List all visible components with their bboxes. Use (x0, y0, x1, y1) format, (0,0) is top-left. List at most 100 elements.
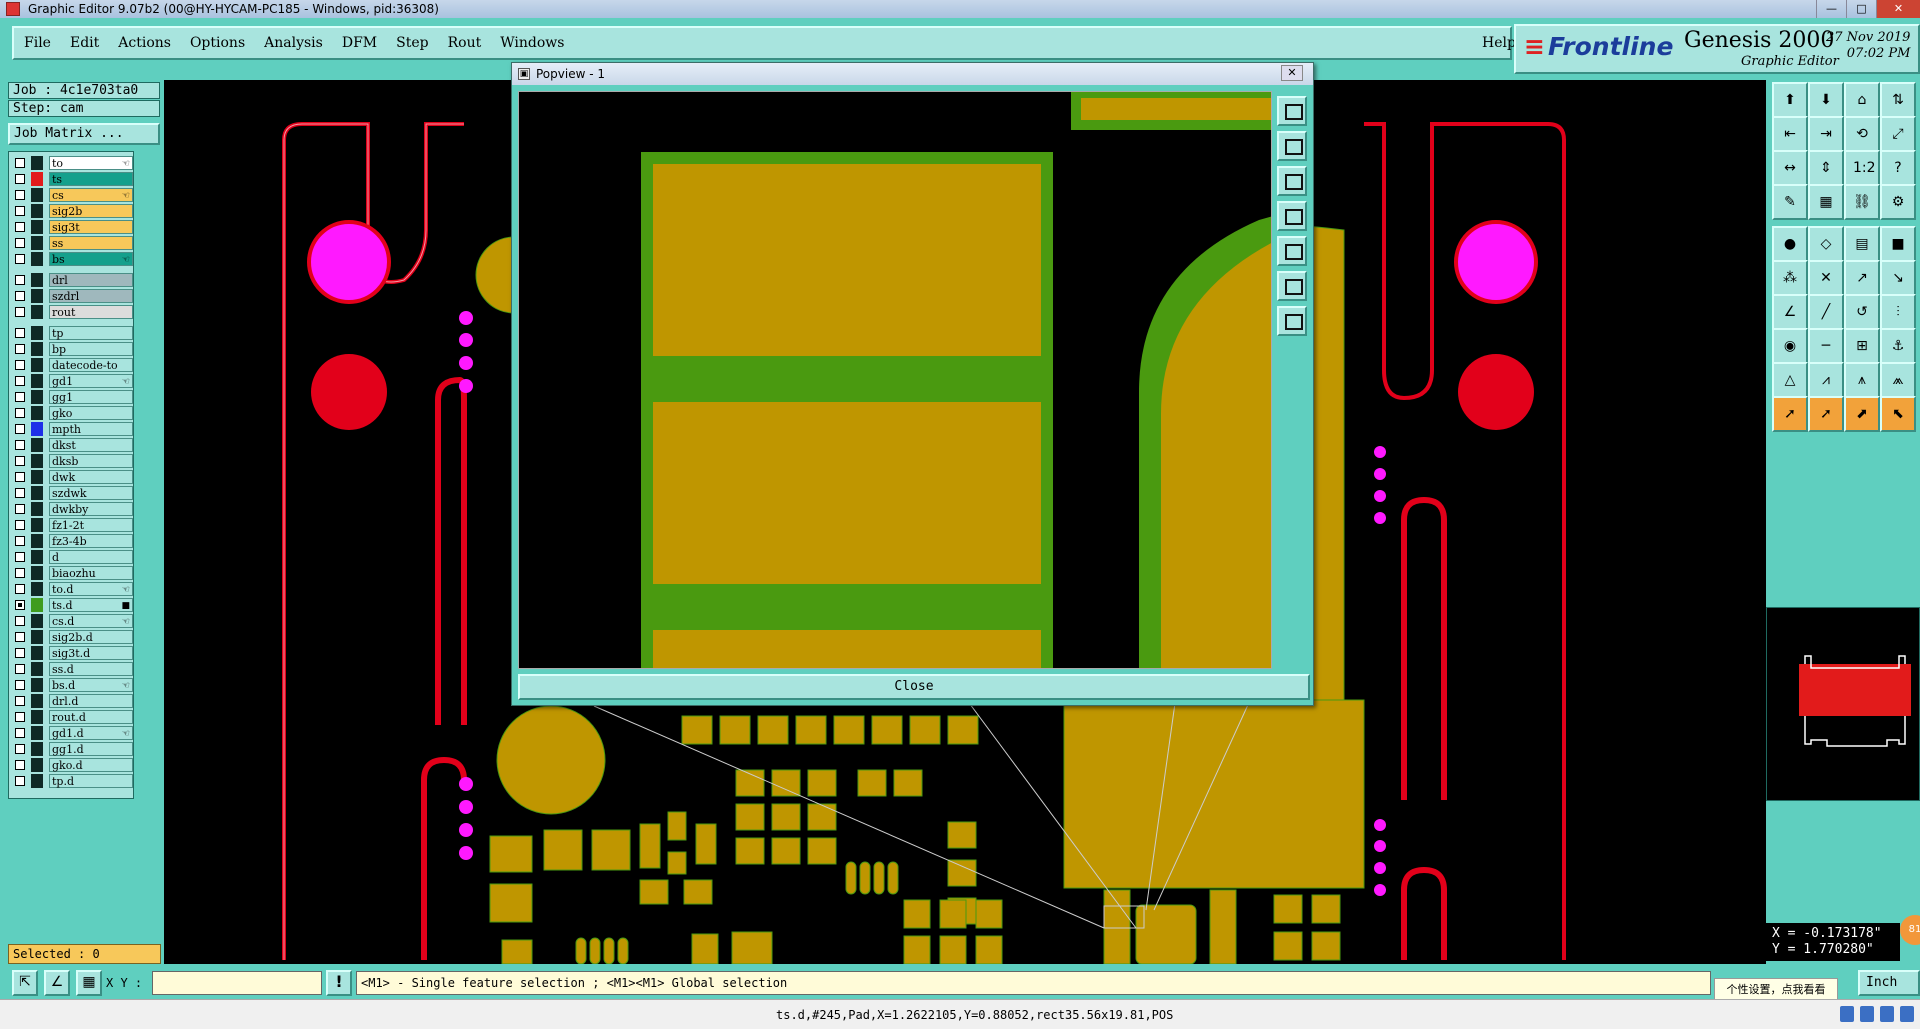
layer-checkbox[interactable] (15, 328, 25, 338)
popview-tool-3[interactable] (1277, 166, 1307, 196)
layer-checkbox[interactable] (15, 520, 25, 530)
layer-row[interactable]: ss.d (11, 661, 133, 677)
layer-row[interactable]: to.d ☜ (11, 581, 133, 597)
layer-name[interactable]: to ☜ (49, 156, 133, 170)
layer-row[interactable]: tp.d (11, 773, 133, 789)
layer-checkbox[interactable] (15, 307, 25, 317)
layer-row[interactable]: rout (11, 304, 133, 320)
layer-name[interactable]: gg1.d (49, 742, 133, 756)
delete-tool-icon[interactable]: ✕ (1808, 260, 1844, 296)
layer-color-swatch[interactable] (31, 220, 43, 234)
angle-tool-icon[interactable]: ∠ (1772, 294, 1808, 330)
layer-color-swatch[interactable] (31, 273, 43, 287)
layer-color-swatch[interactable] (31, 204, 43, 218)
layer-name[interactable]: gd1.d ☜ (49, 726, 133, 740)
split-tool-icon[interactable]: ⫶ (1880, 294, 1916, 330)
layer-row[interactable]: rout.d (11, 709, 133, 725)
popview-tool-4[interactable] (1277, 201, 1307, 231)
layer-name[interactable]: gko.d (49, 758, 133, 772)
layer-name[interactable]: tp.d (49, 774, 133, 788)
popview-canvas[interactable] (518, 91, 1272, 669)
pan-tool-icon[interactable]: ⬇ (1808, 82, 1844, 118)
layer-checkbox[interactable] (15, 664, 25, 674)
layer-color-swatch[interactable] (31, 342, 43, 356)
layer-row[interactable]: cs ☜ (11, 187, 133, 203)
layer-row[interactable]: mpth (11, 421, 133, 437)
layer-checkbox[interactable] (15, 504, 25, 514)
menu-help[interactable]: Help (1482, 35, 1516, 51)
layer-checkbox[interactable] (15, 600, 25, 610)
layer-row[interactable]: biaozhu (11, 565, 133, 581)
measure-tool-icon[interactable]: ∠ (44, 970, 70, 996)
layer-name[interactable]: tp (49, 326, 133, 340)
layer-checkbox[interactable] (15, 536, 25, 546)
layer-name[interactable]: ss.d (49, 662, 133, 676)
add-square-tool-icon[interactable]: ■ (1880, 226, 1916, 262)
minimap[interactable] (1766, 607, 1920, 801)
add-pad-tool-icon[interactable]: ● (1772, 226, 1808, 262)
layer-color-swatch[interactable] (31, 502, 43, 516)
arc-tool-icon[interactable]: ⩘ (1808, 362, 1844, 398)
layer-color-swatch[interactable] (31, 326, 43, 340)
ring-tool-icon[interactable]: ◉ (1772, 328, 1808, 364)
layer-color-swatch[interactable] (31, 694, 43, 708)
layer-row[interactable]: dksb (11, 453, 133, 469)
layer-checkbox[interactable] (15, 408, 25, 418)
layer-row[interactable]: gd1 ☜ (11, 373, 133, 389)
window-close-button[interactable]: ✕ (1876, 0, 1920, 18)
layer-name[interactable]: fz3-4b (49, 534, 133, 548)
layer-name[interactable]: bs ☜ (49, 252, 133, 266)
units-button[interactable]: Inch (1858, 970, 1920, 996)
layer-row[interactable]: drl (11, 272, 133, 288)
layer-checkbox[interactable] (15, 360, 25, 370)
rotate-ccw-tool-icon[interactable]: ↺ (1844, 294, 1880, 330)
layer-checkbox[interactable] (15, 616, 25, 626)
layer-name[interactable]: sig3t.d (49, 646, 133, 660)
line-tool-icon[interactable]: ─ (1808, 328, 1844, 364)
route-tool-icon[interactable]: ↘ (1880, 260, 1916, 296)
layer-name[interactable]: drl (49, 273, 133, 287)
layer-row[interactable]: datecode-to (11, 357, 133, 373)
layer-color-swatch[interactable] (31, 646, 43, 660)
layer-name[interactable]: sig2b.d (49, 630, 133, 644)
home-tool-icon[interactable]: ⌂ (1844, 82, 1880, 118)
menu-rout[interactable]: Rout (448, 35, 482, 51)
layer-name[interactable]: mpth (49, 422, 133, 436)
layer-row[interactable]: dwk (11, 469, 133, 485)
layer-color-swatch[interactable] (31, 726, 43, 740)
layer-checkbox[interactable] (15, 344, 25, 354)
select-area-tool-icon[interactable]: ⬈ (1844, 396, 1880, 432)
layer-row[interactable]: sig2b (11, 203, 133, 219)
layer-checkbox[interactable] (15, 472, 25, 482)
layer-row[interactable]: ts.d ■ (11, 597, 133, 613)
layer-row[interactable]: szdrl (11, 288, 133, 304)
layer-checkbox[interactable] (15, 174, 25, 184)
layer-color-swatch[interactable] (31, 390, 43, 404)
layer-checkbox[interactable] (15, 632, 25, 642)
connect-tool-icon[interactable]: ↗ (1844, 260, 1880, 296)
select-path-tool-icon[interactable]: ⬉ (1880, 396, 1916, 432)
arc2-tool-icon[interactable]: ⩚ (1844, 362, 1880, 398)
layer-checkbox[interactable] (15, 275, 25, 285)
layer-color-swatch[interactable] (31, 406, 43, 420)
layer-color-swatch[interactable] (31, 518, 43, 532)
help-tool-icon[interactable]: ? (1880, 150, 1916, 186)
layer-name[interactable]: dwkby (49, 502, 133, 516)
layer-name[interactable]: dksb (49, 454, 133, 468)
layer-checkbox[interactable] (15, 680, 25, 690)
triangle-tool-icon[interactable]: △ (1772, 362, 1808, 398)
snap-tool-icon[interactable]: ⇱ (12, 970, 38, 996)
layer-color-swatch[interactable] (31, 710, 43, 724)
layer-name[interactable]: datecode-to (49, 358, 133, 372)
layer-color-swatch[interactable] (31, 598, 43, 612)
snap-tool-icon[interactable]: ⁂ (1772, 260, 1808, 296)
layer-name[interactable]: gko (49, 406, 133, 420)
layer-color-swatch[interactable] (31, 614, 43, 628)
layer-color-swatch[interactable] (31, 422, 43, 436)
layer-checkbox[interactable] (15, 648, 25, 658)
layer-color-swatch[interactable] (31, 289, 43, 303)
layer-row[interactable]: to ☜ (11, 155, 133, 171)
layer-checkbox[interactable] (15, 440, 25, 450)
layer-row[interactable]: bp (11, 341, 133, 357)
layer-name[interactable]: cs.d ☜ (49, 614, 133, 628)
